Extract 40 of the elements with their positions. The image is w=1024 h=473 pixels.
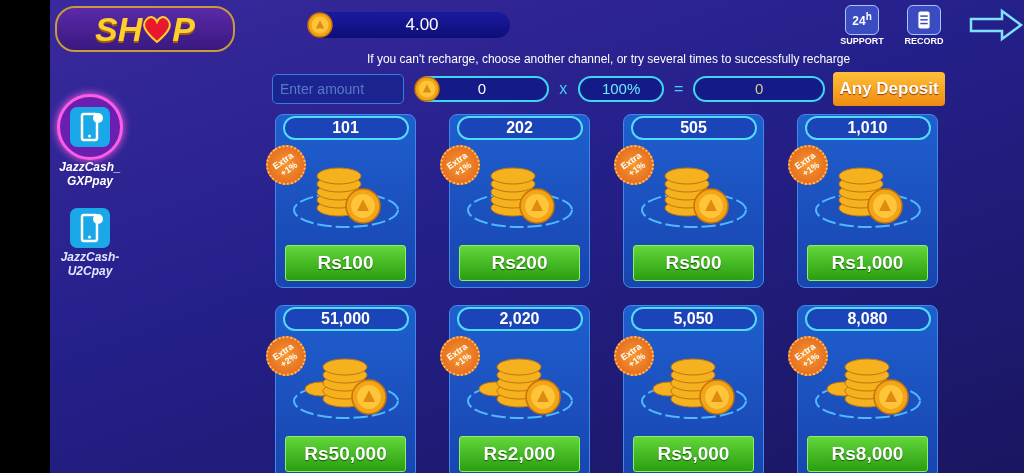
coin-amount: 2,020 [456, 307, 583, 331]
action-label[interactable]: RECORD [904, 35, 944, 46]
payment-channel[interactable]: JazzCash- U2Cpay [57, 206, 123, 278]
coin-amount: 51,000 [282, 307, 409, 331]
logo-text: P [172, 9, 195, 49]
price-button[interactable]: Rs200 [459, 245, 580, 281]
coin-amount: 202 [456, 116, 583, 140]
balance-display: 4.00 [310, 12, 510, 38]
amount-field[interactable]: Enter amount [272, 73, 404, 104]
price-button[interactable]: Rs1,000 [807, 245, 928, 281]
clipboard-icon[interactable] [907, 4, 941, 35]
phone-icon [70, 107, 110, 147]
price-button[interactable]: Rs2,000 [459, 436, 580, 472]
heart-icon [142, 15, 173, 43]
total-display: 0 [693, 75, 826, 102]
equals-sign: = [673, 79, 685, 98]
price-button[interactable]: Rs50,000 [285, 436, 406, 472]
price-button[interactable]: Rs100 [285, 245, 406, 281]
coin-icon [306, 11, 334, 39]
support-text: 24$^{h}$ [852, 11, 872, 28]
price-button[interactable]: Rs5,000 [633, 436, 754, 472]
recharge-notice: If you can't recharge, choose another channel, or try several times to successfully recharge [365, 52, 852, 66]
headset-icon[interactable]: 24$^{h}$ [845, 4, 879, 35]
coin-amount: 101 [282, 116, 409, 140]
coin-amount: 1,010 [804, 116, 931, 140]
coin-icon [413, 74, 441, 103]
logo-text: SH [95, 9, 143, 49]
price-button[interactable]: Rs500 [633, 245, 754, 281]
coins-display: 0 [415, 75, 549, 102]
coin-amount: 505 [630, 116, 757, 140]
multiply-sign: x [558, 79, 569, 98]
payment-channel[interactable]: JazzCash_ GXPpay [57, 94, 123, 188]
bonus-display: 100% [577, 75, 665, 102]
phone-icon [70, 208, 110, 248]
coin-amount: 5,050 [630, 307, 757, 331]
coin-amount: 8,080 [804, 307, 931, 331]
arrow-right-icon[interactable] [968, 8, 1024, 42]
action-label[interactable]: SUPPORT [840, 35, 884, 46]
any-deposit-button[interactable]: Any Deposit [833, 71, 945, 106]
price-button[interactable]: Rs8,000 [807, 436, 928, 472]
